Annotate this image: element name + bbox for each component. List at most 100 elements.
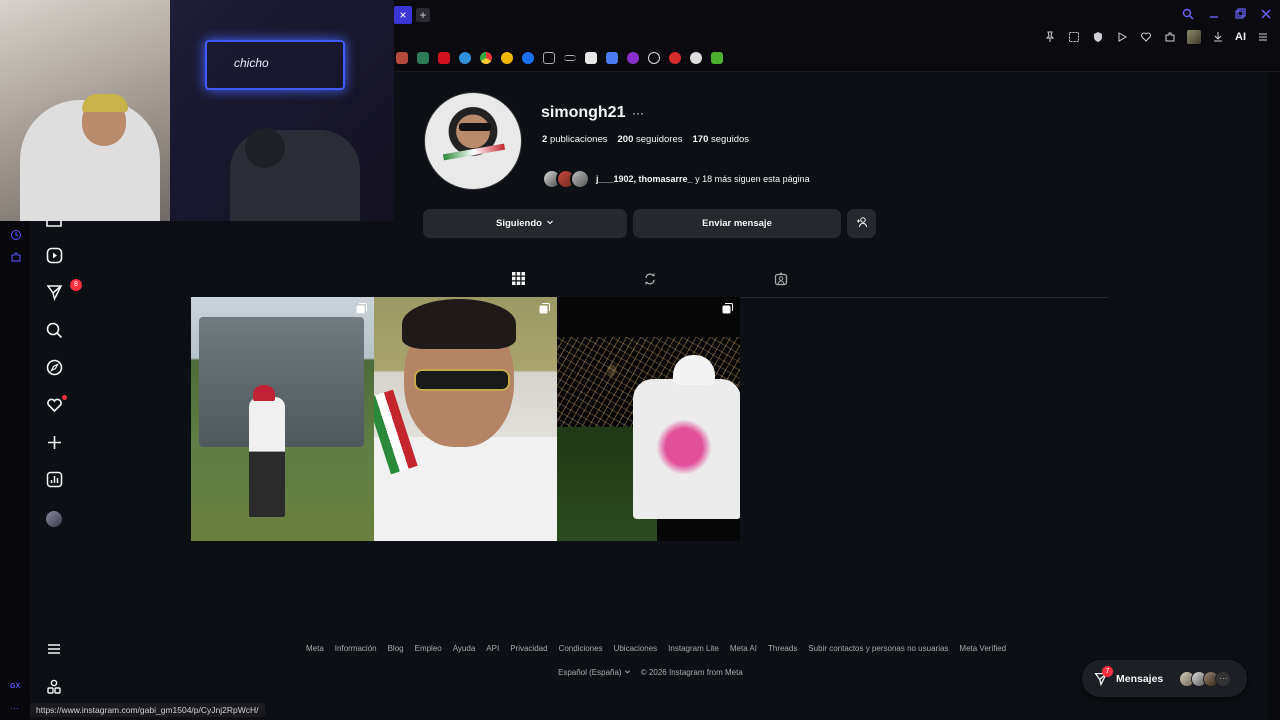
- bookmark-icon[interactable]: [501, 52, 513, 64]
- followed-by-text: j___1902, thomasarre_ y 18 más siguen es…: [596, 174, 810, 184]
- extensions-icon[interactable]: [1163, 30, 1177, 44]
- footer-link[interactable]: Subir contactos y personas no usuarias: [808, 644, 948, 653]
- history-icon[interactable]: [10, 229, 22, 241]
- guest-head: [245, 128, 285, 168]
- browser-sidebar: [0, 221, 30, 720]
- following-button[interactable]: Siguiendo: [423, 209, 627, 238]
- footer-link[interactable]: Privacidad: [510, 644, 547, 653]
- following-stat[interactable]: 170 seguidos: [693, 134, 750, 145]
- bookmark-icon[interactable]: [606, 52, 618, 64]
- footer-link[interactable]: Ayuda: [453, 644, 476, 653]
- chevron-down-icon: [624, 668, 631, 677]
- nav-dashboard[interactable]: [44, 471, 64, 493]
- new-tab-button[interactable]: +: [416, 8, 430, 22]
- profile-thumbnail-icon[interactable]: [1187, 30, 1201, 44]
- post-cap: [673, 355, 715, 385]
- document-bookmark-icon[interactable]: [543, 52, 555, 64]
- post-thumbnail[interactable]: [374, 297, 557, 541]
- nav-create[interactable]: [44, 435, 64, 455]
- more-menu-button[interactable]: [46, 641, 62, 657]
- carousel-icon: [356, 303, 368, 315]
- bookmark-icon[interactable]: [627, 52, 639, 64]
- nav-reels-partial[interactable]: [44, 215, 64, 235]
- messages-drawer-button[interactable]: 7 Mensajes ···: [1082, 660, 1247, 697]
- more-conversations: ···: [1215, 670, 1232, 687]
- nav-reels[interactable]: [44, 247, 64, 268]
- snapshot-icon[interactable]: [1067, 30, 1081, 44]
- bookmark-icon[interactable]: [585, 52, 597, 64]
- footer-link[interactable]: Instagram Lite: [668, 644, 719, 653]
- footer-link[interactable]: Ubicaciones: [614, 644, 658, 653]
- bookmark-icon[interactable]: [396, 52, 408, 64]
- footer-link[interactable]: API: [486, 644, 499, 653]
- nav-messages[interactable]: 8: [44, 279, 82, 305]
- restore-icon[interactable]: [1234, 8, 1246, 23]
- menu-icon[interactable]: [1256, 30, 1270, 44]
- bookmark-icon[interactable]: [711, 52, 723, 64]
- browser-right-sidebar: [1268, 72, 1280, 720]
- search-icon[interactable]: [1182, 8, 1194, 23]
- profile-stats: 2 publicaciones 200 seguidores 170 segui…: [542, 134, 749, 145]
- pin-icon[interactable]: [1043, 30, 1057, 44]
- sidebar-more-button[interactable]: ···: [10, 703, 19, 713]
- profile-glasses: [459, 123, 491, 131]
- nav-profile[interactable]: [44, 509, 64, 529]
- profile-options-button[interactable]: ···: [632, 106, 644, 120]
- tab-reposts[interactable]: [642, 273, 658, 289]
- send-message-button[interactable]: Enviar mensaje: [633, 209, 841, 238]
- mutual-avatars: [542, 169, 590, 189]
- nav-explore[interactable]: [44, 359, 64, 381]
- chrome-bookmark-icon[interactable]: [480, 52, 492, 64]
- download-icon[interactable]: [1211, 30, 1225, 44]
- tab-tagged[interactable]: [773, 271, 789, 289]
- heart-icon[interactable]: [1139, 30, 1153, 44]
- ai-button[interactable]: AI: [1235, 31, 1246, 43]
- footer-link[interactable]: Meta: [306, 644, 324, 653]
- footer-link[interactable]: Información: [335, 644, 377, 653]
- footer-link[interactable]: Threads: [768, 644, 797, 653]
- nav-notifications[interactable]: [44, 395, 67, 417]
- close-window-icon[interactable]: [1260, 8, 1272, 23]
- nav-search[interactable]: [44, 322, 64, 344]
- footer-bottom: Español (España) © 2026 Instagram from M…: [558, 668, 743, 677]
- posts-count: 2: [542, 134, 548, 145]
- tab-posts[interactable]: [510, 272, 526, 289]
- link-bookmark-icon[interactable]: [564, 55, 576, 61]
- suggested-users-button[interactable]: [847, 209, 876, 238]
- footer-links: Meta Información Blog Empleo Ayuda API P…: [306, 644, 1006, 653]
- footer-link[interactable]: Empleo: [415, 644, 442, 653]
- anchor-bookmark-icon[interactable]: [648, 52, 660, 64]
- post-shirt-print: [649, 417, 719, 477]
- language-select[interactable]: Español (España): [558, 668, 631, 677]
- footer-link[interactable]: Blog: [388, 644, 404, 653]
- profile-picture[interactable]: [424, 92, 522, 190]
- bookmark-icon[interactable]: [522, 52, 534, 64]
- shield-icon[interactable]: [1091, 30, 1105, 44]
- followers-stat[interactable]: 200 seguidores: [618, 134, 683, 145]
- search-icon: [46, 322, 63, 344]
- compass-icon: [46, 359, 63, 381]
- followed-by[interactable]: j___1902, thomasarre_ y 18 más siguen es…: [542, 169, 810, 189]
- edge-bookmark-icon[interactable]: [459, 52, 471, 64]
- messages-label: Mensajes: [1116, 672, 1164, 685]
- neon-sign: [205, 40, 345, 90]
- chart-icon: [46, 471, 63, 493]
- footer-link[interactable]: Condiciones: [559, 644, 603, 653]
- post-thumbnail[interactable]: [557, 297, 740, 541]
- play-icon[interactable]: [1115, 30, 1129, 44]
- footer-link[interactable]: Meta AI: [730, 644, 757, 653]
- close-tab-button[interactable]: ×: [394, 6, 412, 24]
- apps-icon: [46, 679, 62, 699]
- extensions-sidebar-icon[interactable]: [10, 251, 22, 263]
- bookmark-icon[interactable]: [669, 52, 681, 64]
- netflix-bookmark-icon[interactable]: [438, 52, 450, 64]
- posts-stat: 2 publicaciones: [542, 134, 608, 145]
- chat-bookmark-icon[interactable]: [690, 52, 702, 64]
- post-thumbnail[interactable]: [191, 297, 374, 541]
- minimize-icon[interactable]: [1208, 8, 1220, 23]
- hamburger-icon: [46, 644, 62, 661]
- send-message-label: Enviar mensaje: [702, 218, 772, 229]
- bookmark-icon[interactable]: [417, 52, 429, 64]
- also-from-meta-button[interactable]: [46, 679, 62, 695]
- footer-link[interactable]: Meta Verified: [959, 644, 1006, 653]
